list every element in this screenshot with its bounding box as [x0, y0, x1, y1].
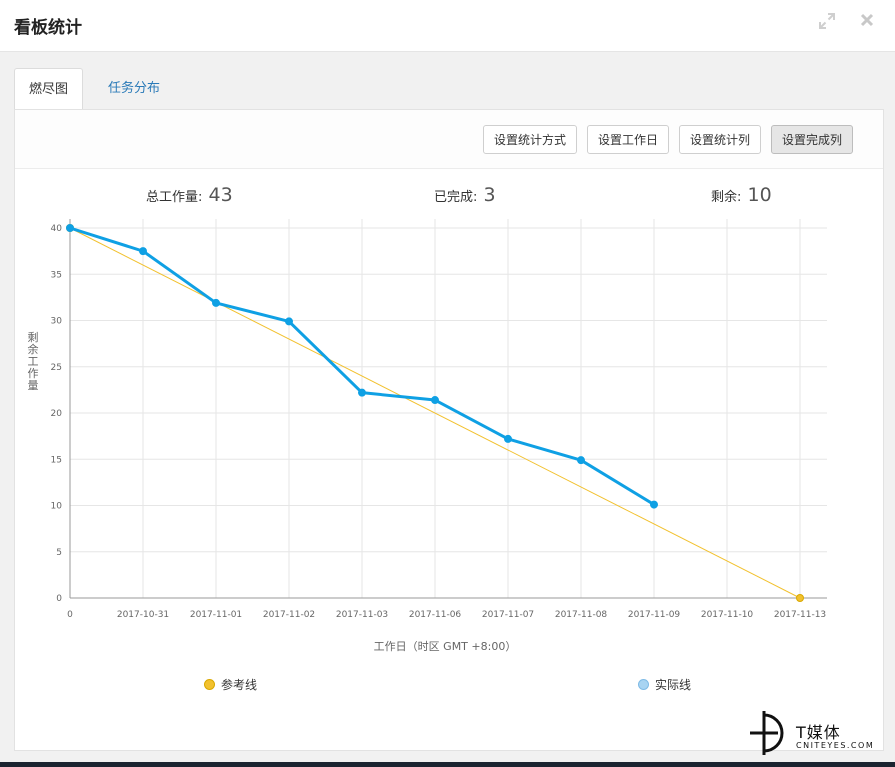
- legend-reference-label: 参考线: [221, 678, 258, 692]
- tab-task-distribution[interactable]: 任务分布: [94, 68, 174, 109]
- watermark-subtext: CNITEYES.COM: [796, 741, 875, 750]
- remaining-stat: 剩余: 10: [711, 184, 772, 206]
- legend-actual-label: 实际线: [655, 678, 692, 692]
- remaining-label: 剩余:: [711, 190, 742, 205]
- burndown-chart: 0 5 10 15 20 25 30 35 40 0 2017-10-31 2017-11-01 201…: [28, 219, 827, 653]
- y-axis-label-char: 量: [28, 379, 39, 392]
- y-tick-label: 0: [56, 594, 62, 604]
- x-tick-label: 2017-11-07: [482, 610, 534, 620]
- x-tick-label: 2017-11-01: [190, 610, 242, 620]
- watermark-text: T媒体: [796, 723, 841, 742]
- x-tick-label: 2017-11-03: [336, 610, 388, 620]
- total-work-label: 总工作量:: [146, 190, 203, 205]
- actual-point: [358, 388, 366, 397]
- legend-reference[interactable]: 参考线: [204, 676, 257, 693]
- done-value: 3: [483, 184, 496, 206]
- y-tick-label: 35: [51, 270, 62, 280]
- remaining-value: 10: [747, 184, 772, 206]
- x-tick-label: 2017-10-31: [117, 610, 169, 620]
- tab-bar: 燃尽图 任务分布: [14, 68, 882, 111]
- dialog-header: 看板统计: [0, 0, 895, 52]
- actual-point: [285, 317, 293, 326]
- actual-point: [504, 434, 512, 443]
- set-workdays-button[interactable]: 设置工作日: [587, 125, 669, 154]
- done-stat: 已完成: 3: [434, 184, 496, 206]
- y-tick-label: 15: [51, 455, 62, 465]
- x-tick-label: 2017-11-13: [774, 610, 826, 620]
- set-stat-method-button[interactable]: 设置统计方式: [483, 125, 577, 154]
- actual-point: [577, 456, 585, 465]
- y-axis-label-char: 余: [28, 342, 39, 356]
- done-label: 已完成:: [434, 190, 478, 205]
- actual-point: [650, 500, 658, 509]
- x-tick-label: 2017-11-08: [555, 610, 608, 620]
- x-tick-label: 2017-11-02: [263, 610, 315, 620]
- legend-reference-dot: [204, 679, 215, 690]
- x-tick-label: 2017-11-10: [701, 610, 754, 620]
- total-work-value: 43: [208, 184, 233, 206]
- x-tick-label: 0: [67, 610, 73, 620]
- expand-icon[interactable]: [817, 12, 837, 32]
- y-tick-label: 40: [51, 224, 63, 234]
- chart-toolbar: 设置统计方式 设置工作日 设置统计列 设置完成列: [15, 110, 883, 169]
- y-tick-label: 30: [51, 317, 63, 327]
- tmedia-logo: [750, 711, 784, 755]
- total-work-stat: 总工作量: 43: [146, 184, 233, 206]
- y-tick-label: 5: [56, 548, 62, 558]
- dialog-title: 看板统计: [14, 18, 82, 38]
- set-done-columns-button[interactable]: 设置完成列: [771, 125, 853, 154]
- legend-actual-dot: [638, 679, 649, 690]
- actual-point: [66, 224, 74, 232]
- y-tick-label: 25: [51, 363, 62, 373]
- x-tick-label: 2017-11-06: [409, 610, 462, 620]
- actual-point: [212, 298, 220, 307]
- y-tick-label: 10: [51, 502, 63, 512]
- tab-burndown[interactable]: 燃尽图: [14, 68, 84, 111]
- tmedia-watermark: T媒体 CNITEYES.COM: [744, 707, 892, 759]
- set-stat-columns-button[interactable]: 设置统计列: [679, 125, 761, 154]
- legend-actual[interactable]: 实际线: [638, 676, 691, 693]
- reference-point: [796, 594, 804, 602]
- actual-point: [139, 247, 147, 256]
- kanban-stats-dialog: 看板统计 燃尽图 任务分布 设置统计方式 设置工作日 设置统计列 设置完成列 总…: [0, 0, 895, 762]
- close-icon[interactable]: [857, 12, 877, 32]
- y-tick-label: 20: [51, 409, 63, 419]
- x-tick-label: 2017-11-09: [628, 610, 681, 620]
- x-axis-label: 工作日（时区 GMT +8:00）: [374, 640, 517, 653]
- actual-point: [431, 396, 439, 405]
